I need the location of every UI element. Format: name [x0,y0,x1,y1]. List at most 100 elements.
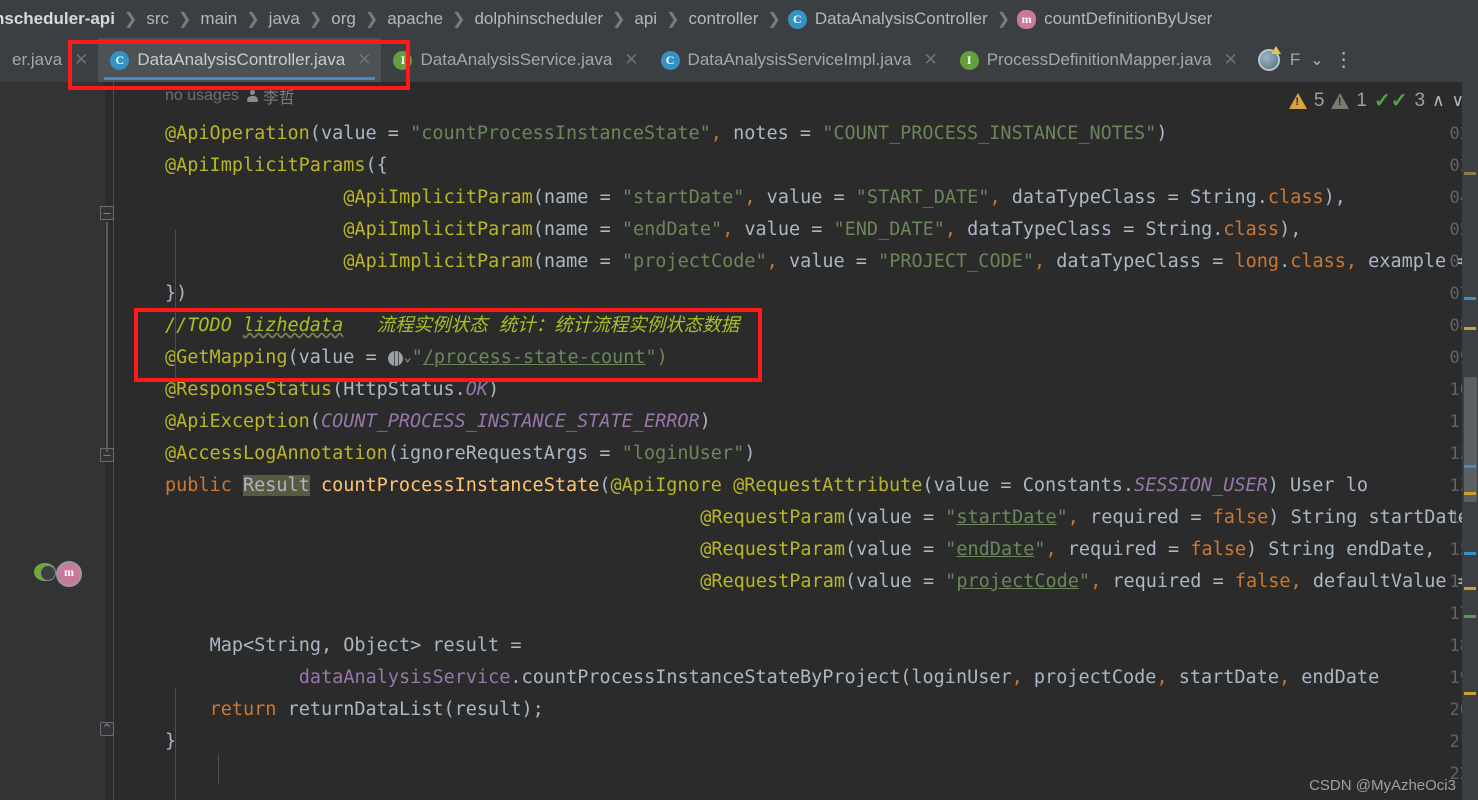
error-stripe-mark[interactable] [1464,615,1476,618]
breadcrumb-item-java[interactable]: java [267,9,302,29]
breadcrumb-item-apache[interactable]: apache [385,9,445,29]
scrollbar-thumb[interactable] [1464,377,1477,502]
fold-marker-collapse[interactable]: – [100,206,114,220]
code-line[interactable]: } [0,726,1478,758]
more-options-icon[interactable]: ⋮ [1334,50,1354,70]
code-token: , [1290,571,1302,592]
fold-marker-method-end[interactable]: ⌃ [100,722,114,736]
code-token: SESSION_USER [1134,475,1268,496]
breadcrumb[interactable]: nscheduler-api ❯ src ❯ main ❯ java ❯ org ❯ apache ❯… [0,0,1478,38]
code-line[interactable]: public Result countProcessInstanceState(… [0,470,1478,502]
breadcrumb-item-org[interactable]: org [329,9,358,29]
code-token: = [1190,507,1213,528]
code-line[interactable] [0,758,1478,790]
breadcrumb-separator: ❯ [178,11,192,28]
code-line[interactable]: }) [0,278,1478,310]
error-stripe-scrollbar[interactable] [1462,82,1478,800]
error-stripe-mark[interactable] [1464,552,1476,555]
code-token: " [411,347,423,368]
code-line[interactable]: @ApiOperation(value = "countProcessInsta… [0,118,1478,150]
breadcrumb-separator: ❯ [996,11,1011,28]
code-line[interactable]: dataAnalysisService.countProcessInstance… [0,662,1478,694]
code-token: "startDate" [621,187,745,208]
breadcrumb-item-main[interactable]: main [198,9,239,29]
editor-tab-dataanalysisserviceimpl-java[interactable]: C DataAnalysisServiceImpl.java ✕ [649,38,948,82]
code-token: " [945,571,957,592]
error-stripe-mark[interactable] [1464,297,1476,300]
code-token: " [1034,539,1046,560]
close-icon[interactable]: ✕ [624,50,638,70]
code-line[interactable]: @RequestParam(value = "projectCode", req… [0,566,1478,598]
code-line[interactable]: @RequestParam(value = "startDate", requi… [0,502,1478,534]
code-line[interactable]: @ApiException(COUNT_PROCESS_INSTANCE_STA… [0,406,1478,438]
code-line[interactable] [0,598,1478,630]
code-token: "END_DATE" [833,219,945,240]
mapping-method-gutter-icon[interactable]: m [56,561,82,587]
error-stripe-mark[interactable] [1464,327,1476,330]
code-line[interactable]: @ApiImplicitParam(name = "endDate", valu… [0,214,1478,246]
code-token: "loginUser" [621,443,745,464]
editor-tab-processdefinitionmapper-java[interactable]: I ProcessDefinitionMapper.java ✕ [948,38,1248,82]
code-token: ( [309,123,321,144]
web-endpoint-icon[interactable]: ⌄ [387,342,412,374]
code-line[interactable]: @GetMapping(value = ⌄ "/process-state-cou… [0,342,1478,374]
chevron-down-icon[interactable]: ⌄ [1310,50,1323,70]
code-line-text: @AccessLogAnnotation(ignoreRequestArgs =… [165,438,755,470]
breadcrumb-item-api[interactable]: api [632,9,659,29]
code-editor[interactable]: no usages 李哲 5 1 ✓✓ 3 ∧ ∨ 02@ApiOperatio… [0,82,1478,800]
code-line[interactable]: @ApiImplicitParam(name = "startDate", va… [0,182,1478,214]
editor-tab-label: ProcessDefinitionMapper.java [986,50,1212,69]
editor-tab-bar[interactable]: er.java ✕ C DataAnalysisController.java ✕ I Da… [0,38,1478,82]
watermark-label: CSDN @MyAzheOci3 [1309,777,1456,794]
code-token: endDate [956,539,1035,560]
code-line-text: return returnDataList(result); [210,694,544,726]
breadcrumb-item-controller[interactable]: controller [686,9,760,29]
code-line-text: @ApiException(COUNT_PROCESS_INSTANCE_STA… [165,406,711,438]
editor-tab-dataanalysisservice-java[interactable]: I DataAnalysisService.java ✕ [381,38,648,82]
tab-bar-actions[interactable]: F ⌄ ⋮ [1248,38,1364,82]
breadcrumb-separator: ❯ [452,11,466,28]
code-token: @ApiException [165,411,310,432]
breadcrumb-item-countdefinitionbyuser[interactable]: m countDefinitionByUser [1017,9,1214,29]
code-token: "countProcessInstanceState" [410,123,711,144]
error-stripe-mark[interactable] [1464,692,1476,695]
breadcrumb-item-src[interactable]: src [144,9,171,29]
error-stripe-mark[interactable] [1464,172,1476,175]
code-token: value [733,219,812,240]
breadcrumb-item-dataanalysiscontroller[interactable]: C DataAnalysisController [787,9,990,29]
breadcrumb-item-nscheduler-api[interactable]: nscheduler-api [0,9,117,29]
breadcrumb-item-dolphinscheduler[interactable]: dolphinscheduler [472,9,605,29]
code-line[interactable]: @ResponseStatus(HttpStatus.OK) [0,374,1478,406]
code-token: required [1101,571,1213,592]
code-token: ( [387,443,399,464]
editor-tab-dataanalysiscontroller-java[interactable]: C DataAnalysisController.java ✕ [98,38,382,82]
code-token: "COUNT_PROCESS_INSTANCE_NOTES" [822,123,1157,144]
code-line-text: public Result countProcessInstanceState(… [165,470,1368,502]
editor-tab-er-java[interactable]: er.java ✕ [0,38,98,82]
code-token: //TODO [165,315,243,336]
previous-problem-button[interactable]: ∧ [1432,91,1444,111]
close-icon[interactable]: ✕ [923,50,937,70]
code-line[interactable]: @ApiImplicitParams({ [0,150,1478,182]
error-stripe-mark[interactable] [1464,587,1476,590]
inspections-widget[interactable]: 5 1 ✓✓ 3 ∧ ∨ [1288,88,1464,113]
code-line[interactable]: return returnDataList(result); [0,694,1478,726]
close-icon[interactable]: ✕ [74,50,88,70]
code-line[interactable]: @ApiImplicitParam(name = "projectCode", … [0,246,1478,278]
code-line[interactable]: @AccessLogAnnotation(ignoreRequestArgs =… [0,438,1478,470]
http-client-icon[interactable] [1257,46,1281,71]
error-stripe-mark[interactable] [1464,465,1476,468]
code-line[interactable]: //TODO lizhedata 流程实例状态 统计：统计流程实例状态数据 [0,310,1478,342]
close-icon[interactable]: ✕ [1224,50,1238,70]
code-token: "PROJECT_CODE" [878,251,1034,272]
code-token: @ApiImplicitParams [165,155,366,176]
error-stripe-mark[interactable] [1464,492,1476,495]
spring-bean-gutter-icon[interactable] [34,563,56,581]
code-token: value [777,251,856,272]
code-line[interactable]: Map<String, Object> result = [0,630,1478,662]
breadcrumb-label: countDefinitionByUser [1044,9,1213,28]
code-token: , [989,187,1001,208]
close-icon[interactable]: ✕ [357,50,371,70]
inlay-usage-hint[interactable]: no usages 李哲 [165,84,295,108]
code-line[interactable]: @RequestParam(value = "endDate", require… [0,534,1478,566]
